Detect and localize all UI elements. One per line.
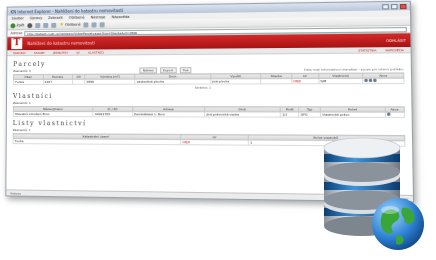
refresh-button[interactable] (43, 22, 49, 28)
window-controls (382, 3, 407, 9)
brand-logo[interactable]: T (11, 38, 23, 50)
vlastnici-record-count: Záznamů: 1 (12, 101, 31, 106)
nav-item-jednotky[interactable]: JEDNOTKY (53, 50, 68, 54)
nav-item-parcely[interactable]: PARCELY (13, 51, 26, 55)
parcely-record-count: Záznamů: 1 (13, 68, 31, 74)
forward-arrow-icon (27, 22, 33, 28)
home-icon (51, 22, 57, 28)
nav-item-stavby[interactable]: STAVBY (34, 50, 45, 54)
table-cell: 44992785 (93, 111, 133, 117)
refresh-icon (43, 22, 49, 28)
parcely-table: Obec Parcela Díl Výměra [m²] Druh Využit… (13, 72, 404, 85)
print-table-button[interactable]: Tisk (179, 67, 192, 74)
menu-item-tools[interactable]: Nástroje (91, 15, 106, 19)
table-cell: Tvoka (13, 138, 181, 145)
menu-item-edit[interactable]: Úpravy (30, 16, 42, 20)
detail-icon[interactable] (364, 78, 368, 83)
table-cell: 1/1 (280, 111, 299, 118)
table-cell (72, 79, 85, 85)
table-cell: jiná právnická osoba (204, 111, 281, 118)
nav-item-statistika[interactable]: STATISTIKA (358, 48, 376, 52)
menu-item-file[interactable]: Soubor (12, 16, 24, 20)
table-cell: OFO (298, 111, 321, 118)
nav-item-lv[interactable]: LV (76, 50, 79, 54)
mail-icon (91, 21, 97, 27)
logout-link[interactable]: ODHLÁSIT (386, 38, 406, 42)
back-button[interactable]: Zpět (10, 22, 25, 28)
stop-icon (35, 22, 41, 28)
back-label: Zpět (16, 23, 25, 28)
table-cell: Zemědělská 1, Brno (132, 111, 205, 117)
table-cell: 2267 (42, 79, 73, 85)
table-cell: SJM (318, 78, 363, 84)
table-cell: zastavěná plocha (135, 78, 211, 85)
menu-item-help[interactable]: Nápověda (111, 15, 129, 19)
vlastnici-table: Název/Jméno IČ / RČ Adresa Druh Podíl Ty… (13, 106, 405, 118)
maximize-button[interactable] (390, 3, 398, 9)
table-cell: 2896 (84, 79, 136, 85)
lv-record-count: Záznamů: 1 (12, 128, 31, 133)
status-text: Hotovo (10, 190, 22, 196)
menu-item-view[interactable]: Zobrazit (48, 16, 63, 20)
close-button[interactable] (399, 3, 407, 9)
print-button[interactable] (99, 21, 105, 27)
table-cell (261, 78, 292, 84)
lv-link[interactable]: OBJ8 (291, 78, 319, 84)
history-button[interactable] (83, 21, 89, 28)
table-row[interactable]: Stavební sdružení Brno 44992785 Zeměděls… (13, 111, 405, 118)
detail-icon[interactable] (386, 112, 390, 116)
row-actions (384, 112, 405, 118)
menu-item-favorites[interactable]: Oblíbené (69, 16, 85, 20)
row-actions (362, 78, 404, 84)
app-title: Nahlížení do katastru nemovitostí (27, 40, 95, 47)
nav-item-vlastnici[interactable]: VLASTNÍCI (88, 50, 104, 54)
favorites-button[interactable]: ★ Oblíbené (59, 21, 81, 28)
vlastnici-subrow: Záznamů: 1 (13, 101, 405, 105)
lv-link[interactable]: OBJD (180, 139, 249, 146)
map-icon[interactable] (368, 78, 373, 83)
address-label: Adresa (10, 31, 23, 36)
table-row[interactable]: Tvoka 2267 2896 zastavěná plocha jiná pl… (13, 78, 404, 85)
database-globe-graphic (316, 128, 428, 254)
printer-icon (99, 21, 105, 27)
star-icon: ★ (59, 21, 64, 28)
preview-button[interactable]: Náhled (139, 67, 157, 74)
table-cell: jiná plocha (210, 78, 262, 85)
section-title-vlastnici: Vlastníci (12, 92, 53, 101)
table-cell: Stavební sdružení Brno (13, 111, 94, 117)
nav-item-napoveda[interactable]: NÁPOVĚDA (385, 48, 404, 52)
mail-button[interactable] (91, 21, 97, 27)
print-icon[interactable] (373, 78, 377, 83)
table-cell: Tvoka (13, 79, 43, 85)
stop-button[interactable] (35, 22, 41, 28)
minimize-button[interactable] (382, 3, 389, 9)
disclaimer-note: Data mají informativní charakter - pouze… (303, 67, 405, 72)
favorites-label: Oblíbené (64, 22, 81, 27)
forward-button[interactable] (27, 22, 33, 28)
export-button[interactable]: Export (159, 67, 177, 74)
home-button[interactable] (51, 22, 57, 28)
table-cell: Vlastnické právo (320, 112, 385, 118)
history-icon (83, 21, 89, 28)
back-arrow-icon (10, 22, 16, 28)
pager[interactable]: Stránka: 1 (13, 85, 404, 90)
database-icon (323, 137, 424, 250)
